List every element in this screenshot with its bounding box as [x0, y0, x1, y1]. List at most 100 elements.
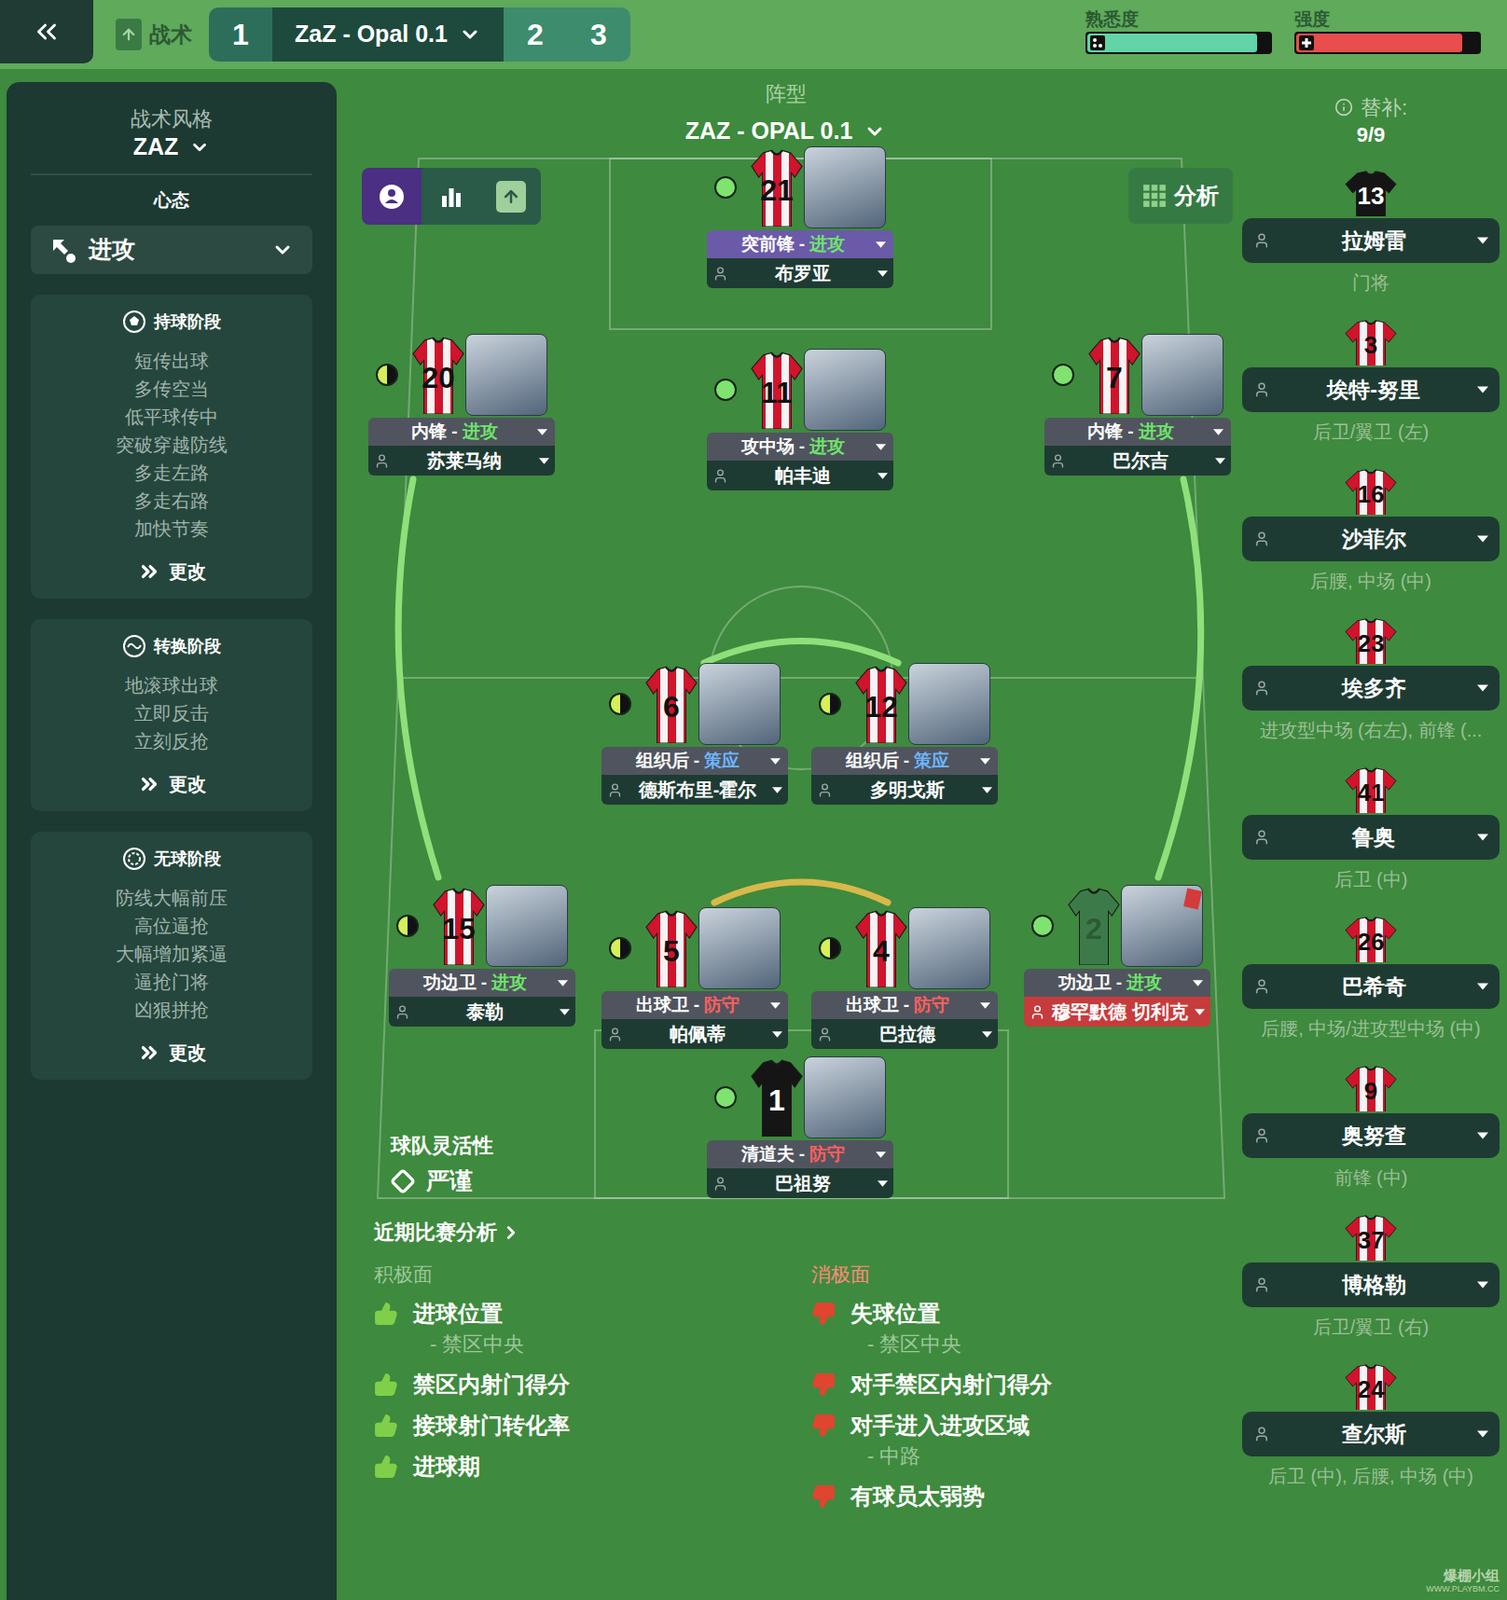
- player-name-bar[interactable]: 巴拉德: [811, 1019, 998, 1050]
- player-card[interactable]: 21突前锋 - 进攻布罗亚: [706, 144, 894, 289]
- player-name-bar[interactable]: 布罗亚: [706, 258, 894, 289]
- tactic-slot[interactable]: 1ZaZ - Opal 0.1: [208, 7, 504, 62]
- role-bar[interactable]: 攻中场 - 进攻: [706, 432, 894, 461]
- sub-player[interactable]: 9奥努查前锋 (中): [1242, 1064, 1500, 1215]
- sub-player[interactable]: 3埃特-努里后卫/翼卫 (左): [1242, 318, 1500, 469]
- person-icon: [1253, 381, 1271, 399]
- view-button[interactable]: [361, 167, 422, 225]
- jersey: 3: [1343, 318, 1398, 366]
- sub-name-bar[interactable]: 博格勒: [1242, 1262, 1500, 1308]
- condition-dot: [608, 937, 632, 960]
- view-button[interactable]: [481, 167, 541, 225]
- sub-name-bar[interactable]: 沙菲尔: [1242, 516, 1500, 562]
- sub-name-bar[interactable]: 奥努查: [1242, 1113, 1500, 1159]
- dropdown-icon: [537, 428, 548, 436]
- player-name-bar[interactable]: 帕佩蒂: [601, 1019, 789, 1050]
- back-icon: [30, 15, 63, 48]
- sub-player[interactable]: 13拉姆雷门将: [1242, 169, 1500, 319]
- sub-player[interactable]: 24查尔斯后卫 (中), 后腰, 中场 (中): [1242, 1363, 1500, 1513]
- mentality-select[interactable]: 进攻: [30, 225, 313, 275]
- role-bar[interactable]: 功边卫 - 进攻: [388, 968, 576, 997]
- player-card[interactable]: 15功边卫 - 进攻泰勒: [388, 883, 576, 1027]
- role-bar[interactable]: 组织后 - 策应: [811, 746, 998, 775]
- back-button[interactable]: [0, 0, 94, 64]
- view-button[interactable]: [421, 167, 482, 225]
- change-button[interactable]: 更改: [137, 557, 207, 586]
- player-name-bar[interactable]: 泰勒: [388, 996, 576, 1027]
- analysis-button[interactable]: 分析: [1128, 167, 1233, 224]
- role-bar[interactable]: 内锋 - 进攻: [368, 417, 555, 446]
- sub-name-bar[interactable]: 埃特-努里: [1242, 367, 1500, 413]
- role-bar[interactable]: 出球卫 - 防守: [601, 991, 789, 1020]
- sub-player[interactable]: 23埃多齐进攻型中场 (右左), 前锋 (...: [1242, 617, 1500, 767]
- player-photo: [465, 333, 548, 416]
- player-card[interactable]: 20内锋 - 进攻苏莱马纳: [368, 331, 555, 476]
- person-icon: [1253, 1276, 1271, 1294]
- player-card[interactable]: 4出球卫 - 防守巴拉德: [811, 905, 998, 1050]
- center-column: 阵型ZAZ - OPAL 0.1分析21突前锋 - 进攻布罗亚20内锋 - 进攻…: [336, 69, 1235, 1600]
- player-name-bar[interactable]: 巴尔吉: [1044, 445, 1231, 476]
- dropdown-icon: [875, 443, 886, 451]
- chevrons-right-icon: [137, 559, 162, 584]
- person-icon: [712, 265, 729, 282]
- sub-player[interactable]: 37博格勒后卫/翼卫 (右): [1242, 1214, 1500, 1364]
- player-card[interactable]: 11攻中场 - 进攻帕丰迪: [706, 346, 894, 491]
- sub-name-bar[interactable]: 鲁奥: [1242, 815, 1500, 860]
- dropdown-icon: [877, 1180, 888, 1188]
- condition-dot: [714, 378, 737, 401]
- analysis-item: 有球员太弱势: [811, 1480, 1235, 1513]
- sub-name-bar[interactable]: 埃多齐: [1242, 665, 1500, 711]
- match-analysis: 近期比赛分析积极面进球位置- 禁区中央禁区内射门得分接球射门转化率进球期消极面失…: [336, 1214, 1235, 1513]
- role-bar[interactable]: 出球卫 - 防守: [811, 991, 998, 1020]
- player-name-bar[interactable]: 多明戈斯: [811, 774, 998, 805]
- dropdown-icon: [1477, 1132, 1489, 1140]
- dropdown-icon: [1477, 684, 1489, 692]
- role-bar[interactable]: 清道夫 - 防守: [706, 1140, 894, 1169]
- role-bar[interactable]: 突前锋 - 进攻: [706, 230, 894, 259]
- instruction: 地滚球出球: [124, 671, 219, 700]
- player-name-bar[interactable]: 穆罕默德 切利克: [1023, 996, 1211, 1027]
- formation-select[interactable]: ZAZ - OPAL 0.1: [685, 113, 887, 150]
- analysis-item: 对手禁区内射门得分: [811, 1368, 1235, 1401]
- player-card[interactable]: 1清道夫 - 防守巴祖努: [706, 1054, 894, 1199]
- analysis-item: 接球射门转化率: [373, 1410, 812, 1442]
- instruction: 立刻反抢: [134, 727, 209, 756]
- sub-player[interactable]: 16沙菲尔后腰, 中场 (中): [1242, 468, 1500, 618]
- tactics-tab[interactable]: 战术: [108, 8, 200, 61]
- role-bar[interactable]: 内锋 - 进攻: [1044, 417, 1231, 446]
- player-name-bar[interactable]: 巴祖努: [706, 1168, 894, 1199]
- dropdown-icon: [981, 787, 993, 794]
- sub-player[interactable]: 26巴希奇后腰, 中场/进攻型中场 (中): [1242, 915, 1500, 1065]
- player-card[interactable]: 12组织后 - 策应多明戈斯: [811, 661, 998, 805]
- condition-dot: [375, 363, 399, 387]
- change-button[interactable]: 更改: [137, 770, 207, 799]
- condition-dot: [714, 176, 737, 199]
- diamond-icon: [390, 1169, 415, 1194]
- player-photo: [698, 907, 781, 990]
- player-photo: [698, 663, 781, 746]
- role-bar[interactable]: 组织后 - 策应: [601, 746, 789, 775]
- person-icon: [1253, 829, 1271, 846]
- change-button[interactable]: 更改: [137, 1038, 207, 1067]
- player-card[interactable]: 6组织后 - 策应德斯布里-霍尔: [601, 661, 789, 805]
- phase-panel: 持球阶段短传出球多传空当低平球传中突破穿越防线多走左路多走右路加快节奏更改: [30, 294, 313, 599]
- player-card[interactable]: 5出球卫 - 防守帕佩蒂: [601, 905, 789, 1050]
- role-bar[interactable]: 功边卫 - 进攻: [1023, 968, 1211, 997]
- player-photo: [803, 348, 886, 431]
- sub-name-bar[interactable]: 查尔斯: [1242, 1411, 1500, 1457]
- sub-name-bar[interactable]: 拉姆雷: [1242, 218, 1500, 263]
- player-name-bar[interactable]: 帕丰迪: [706, 460, 894, 491]
- tactic-slot[interactable]: 2: [503, 7, 567, 62]
- meter-track: [1085, 31, 1272, 55]
- player-card[interactable]: 2功边卫 - 进攻穆罕默德 切利克: [1023, 883, 1211, 1027]
- condition-dot: [608, 692, 632, 716]
- style-select[interactable]: ZAZ: [30, 132, 313, 163]
- player-name-bar[interactable]: 苏莱马纳: [368, 445, 555, 476]
- sub-name-bar[interactable]: 巴希奇: [1242, 964, 1500, 1010]
- tactic-slot[interactable]: 3: [566, 7, 631, 62]
- sub-player[interactable]: 41鲁奥后卫 (中): [1242, 766, 1500, 916]
- player-name-bar[interactable]: 德斯布里-霍尔: [601, 774, 789, 805]
- player-card[interactable]: 7内锋 - 进攻巴尔吉: [1044, 331, 1231, 476]
- analysis-link[interactable]: 近期比赛分析: [373, 1217, 1235, 1248]
- dropdown-icon: [1477, 833, 1489, 842]
